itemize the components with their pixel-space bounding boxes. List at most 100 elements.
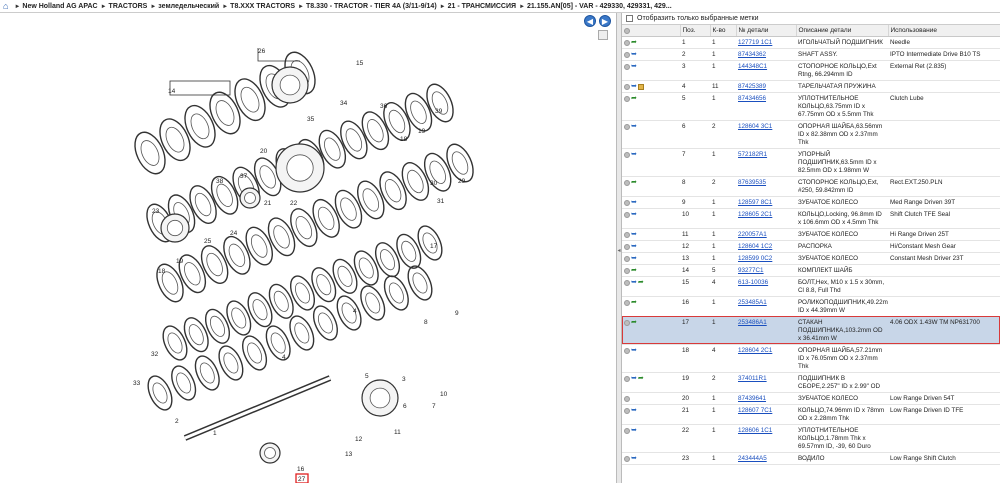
select-circle-icon[interactable]: [624, 347, 630, 354]
part-number-link[interactable]: 87434362: [736, 48, 796, 61]
add-to-cart-arrow-icon[interactable]: ➦: [631, 179, 637, 187]
table-row[interactable]: ➥➦ 15 4 613-10036 БОЛТ,Hex, M10 x 1.5 x 30mm…: [622, 276, 1000, 297]
exploded-parts-diagram[interactable]: 261514363435391918203037382221 3123252429…: [0, 13, 616, 483]
part-number-link[interactable]: 127719 1C1: [736, 36, 796, 49]
info-arrow-icon[interactable]: ➥: [631, 375, 637, 383]
part-number-link[interactable]: 374011R1: [736, 372, 796, 393]
info-arrow-icon[interactable]: ➥: [631, 51, 637, 59]
home-icon[interactable]: ⌂: [3, 1, 8, 11]
add-to-cart-arrow-icon[interactable]: ➦: [631, 95, 637, 103]
part-number-link[interactable]: 220057A1: [736, 228, 796, 241]
part-number-link[interactable]: 87434656: [736, 92, 796, 121]
table-row[interactable]: ➥ 12 1 128604 1C2 РАСПОРКА Hi/Constant Mesh G…: [622, 240, 1000, 253]
part-number-link[interactable]: 128606 1C1: [736, 424, 796, 453]
select-circle-icon[interactable]: [624, 211, 630, 218]
info-arrow-icon[interactable]: ➥: [631, 199, 637, 207]
select-circle-icon[interactable]: [624, 267, 630, 274]
part-number-link-text[interactable]: 144348C1: [738, 63, 767, 70]
column-header[interactable]: Поз.: [680, 25, 711, 37]
part-number-link[interactable]: 87425389: [736, 80, 796, 93]
info-arrow-icon[interactable]: ➥: [631, 427, 637, 435]
part-number-link[interactable]: 128605 2C1: [736, 208, 796, 229]
part-number-link-text[interactable]: 243444A5: [738, 455, 767, 462]
breadcrumb-item[interactable]: T8.330 - TRACTOR - TIER 4A (3/11-9/14): [306, 3, 437, 10]
table-row[interactable]: ➥ 9 1 128597 8C1 ЗУБЧАТОЕ КОЛЕСО Med Range Dr…: [622, 196, 1000, 209]
add-to-cart-arrow-icon[interactable]: ➦: [631, 267, 637, 275]
part-number-link-text[interactable]: 87439641: [738, 395, 766, 402]
breadcrumb-item[interactable]: 21 - ТРАНСМИССИЯ: [448, 3, 516, 10]
info-arrow-icon[interactable]: ➥: [631, 407, 637, 415]
info-arrow-icon[interactable]: ➥: [631, 347, 637, 355]
part-number-link-text[interactable]: 128607 7C1: [738, 407, 772, 414]
info-arrow-icon[interactable]: ➥: [631, 243, 637, 251]
breadcrumb-item[interactable]: TRACTORS: [109, 3, 148, 10]
part-number-link-text[interactable]: 572182R1: [738, 151, 767, 158]
select-circle-icon[interactable]: [624, 123, 630, 130]
back-arrow-icon[interactable]: ◀: [584, 15, 596, 27]
info-arrow-icon[interactable]: ➥: [631, 211, 637, 219]
info-arrow-icon[interactable]: ➥: [631, 123, 637, 131]
part-number-link-text[interactable]: 127719 1C1: [738, 39, 772, 46]
table-row[interactable]: ➥ 7 1 572182R1 УПОРНЫЙ ПОДШИПНИК,63.5mm ID x…: [622, 148, 1000, 177]
select-circle-icon[interactable]: [624, 231, 630, 238]
table-row[interactable]: ➥ 10 1 128605 2C1 КОЛЬЦО,Locking, 96.8mm ID …: [622, 208, 1000, 229]
part-number-link-text[interactable]: 87639535: [738, 179, 766, 186]
select-circle-icon[interactable]: [624, 39, 630, 46]
table-row[interactable]: ➥ 3 1 144348C1 СТОПОРНОЕ КОЛЬЦО,Ext Rtng, 66…: [622, 60, 1000, 81]
part-number-link[interactable]: 87639535: [736, 176, 796, 197]
select-circle-icon[interactable]: [624, 95, 630, 102]
part-number-link[interactable]: 87439641: [736, 392, 796, 405]
part-number-link-text[interactable]: 128604 1C2: [738, 243, 772, 250]
table-row[interactable]: ➦ 5 1 87434656 УПЛОТНИТЕЛЬНОЕ КОЛЬЦО,63.75mm…: [622, 92, 1000, 121]
table-row[interactable]: ➥➦ 19 2 374011R1 ПОДШИПНИК В СБОРЕ,2.257" ID…: [622, 372, 1000, 393]
info-arrow-icon[interactable]: ➥: [631, 455, 637, 463]
select-circle-icon[interactable]: [624, 83, 630, 90]
table-row[interactable]: 20 1 87439641 ЗУБЧАТОЕ КОЛЕСО Low Range Driv…: [622, 392, 1000, 405]
part-number-link-text[interactable]: 128597 8C1: [738, 199, 772, 206]
breadcrumb-item[interactable]: земледельческий: [158, 3, 219, 10]
part-number-link-text[interactable]: 93277C1: [738, 267, 764, 274]
add-to-cart-arrow-icon[interactable]: ➦: [631, 299, 637, 307]
part-number-link-text[interactable]: 374011R1: [738, 375, 767, 382]
part-number-link-text[interactable]: 128604 3C1: [738, 123, 772, 130]
table-row[interactable]: ➥ 11 1 220057A1 ЗУБЧАТОЕ КОЛЕСО Hi Range Driv…: [622, 228, 1000, 241]
part-number-link[interactable]: 128604 1C2: [736, 240, 796, 253]
info-arrow-icon[interactable]: ➥: [631, 63, 637, 71]
select-circle-icon[interactable]: [624, 179, 630, 186]
select-circle-icon[interactable]: [624, 151, 630, 158]
kit-box-icon[interactable]: [637, 83, 644, 90]
part-number-link[interactable]: 128604 3C1: [736, 120, 796, 149]
column-header[interactable]: Использование: [888, 25, 1000, 37]
part-number-link-text[interactable]: 128604 2C1: [738, 347, 772, 354]
part-number-link[interactable]: 243444A5: [736, 452, 796, 465]
column-header[interactable]: № детали: [736, 25, 797, 37]
select-circle-icon[interactable]: [624, 279, 630, 286]
part-number-link-text[interactable]: 128605 2C1: [738, 211, 772, 218]
info-arrow-icon[interactable]: ➥: [631, 279, 637, 287]
info-arrow-icon[interactable]: ➥: [631, 151, 637, 159]
part-number-link[interactable]: 128599 0C2: [736, 252, 796, 265]
show-selected-only-checkbox[interactable]: [626, 15, 633, 22]
select-circle-icon[interactable]: [624, 319, 630, 326]
breadcrumb-item[interactable]: T8.XXX TRACTORS: [230, 3, 295, 10]
select-circle-icon[interactable]: [624, 395, 630, 402]
part-number-link[interactable]: 253486A1: [736, 316, 796, 345]
fit-view-button[interactable]: [598, 30, 608, 40]
table-row[interactable]: ➦ 16 1 253485A1 РОЛИКОПОДШИПНИК,49.22mm ID x…: [622, 296, 1000, 317]
select-circle-icon[interactable]: [624, 407, 630, 414]
part-number-link[interactable]: 572182R1: [736, 148, 796, 177]
select-all-icon[interactable]: [624, 27, 630, 34]
forward-arrow-icon[interactable]: ▶: [599, 15, 611, 27]
select-circle-icon[interactable]: [624, 243, 630, 250]
part-number-link-text[interactable]: 613-10036: [738, 279, 768, 286]
table-row[interactable]: ➥ 4 11 87425389 ТАРЕЛЬЧАТАЯ ПРУЖИНА: [622, 80, 1000, 93]
part-number-link[interactable]: 128607 7C1: [736, 404, 796, 425]
select-circle-icon[interactable]: [624, 427, 630, 434]
part-number-link-text[interactable]: 87425389: [738, 83, 766, 90]
part-number-link-text[interactable]: 128599 0C2: [738, 255, 772, 262]
select-circle-icon[interactable]: [624, 51, 630, 58]
header-icon-column[interactable]: [622, 25, 681, 37]
breadcrumb-item[interactable]: New Holland AG APAC: [22, 3, 97, 10]
part-number-link[interactable]: 128597 8C1: [736, 196, 796, 209]
part-number-link[interactable]: 93277C1: [736, 264, 796, 277]
